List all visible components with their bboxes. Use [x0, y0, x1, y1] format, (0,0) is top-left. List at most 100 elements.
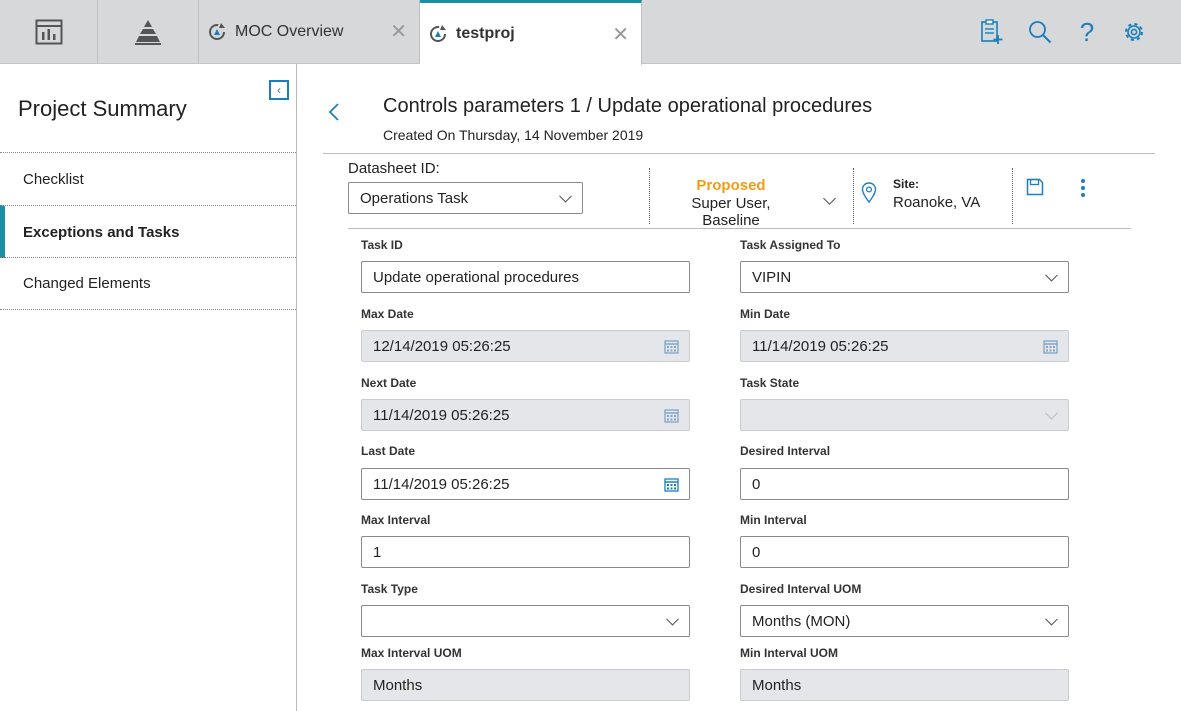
min-interval-uom-input[interactable]: Months: [740, 669, 1069, 701]
moc-refresh-icon: [428, 24, 448, 44]
calendar-icon[interactable]: [664, 477, 679, 492]
min-interval-input[interactable]: 0: [740, 536, 1069, 568]
top-bar: MOC Overview ✕ testproj ✕ ?: [0, 0, 1181, 65]
asset-hierarchy-nav-button[interactable]: [98, 0, 199, 63]
back-button[interactable]: [328, 98, 340, 129]
task-assigned-to-label: Task Assigned To: [740, 238, 841, 252]
task-assigned-to-value: VIPIN: [752, 268, 792, 286]
max-date-value: 12/14/2019 05:26:25: [373, 337, 511, 355]
calendar-icon[interactable]: [664, 408, 679, 423]
min-date-input[interactable]: 11/14/2019 05:26:25: [740, 330, 1069, 362]
moc-refresh-icon: [207, 22, 227, 42]
divider: [649, 168, 650, 224]
calendar-icon[interactable]: [664, 339, 679, 354]
desired-interval-uom-label: Desired Interval UOM: [740, 582, 862, 596]
tab-moc-overview[interactable]: MOC Overview ✕: [199, 0, 420, 64]
site-label: Site:: [893, 177, 920, 191]
max-date-label: Max Date: [361, 307, 414, 321]
divider: [348, 228, 1131, 229]
more-options-icon[interactable]: [1080, 178, 1086, 198]
sidebar: Project Summary ‹ Checklist Exceptions a…: [0, 64, 297, 711]
chevron-down-icon: [1045, 406, 1058, 420]
pyramid-icon: [135, 19, 161, 45]
next-date-input[interactable]: 11/14/2019 05:26:25: [361, 399, 690, 431]
max-date-input[interactable]: 12/14/2019 05:26:25: [361, 330, 690, 362]
task-id-input[interactable]: Update operational procedures: [361, 261, 690, 293]
max-interval-value: 1: [373, 543, 382, 561]
dashboard-icon: [35, 19, 62, 44]
max-interval-label: Max Interval: [361, 513, 431, 527]
state-indicator[interactable]: Proposed Super User, Baseline: [661, 177, 801, 229]
chevron-down-icon: [559, 189, 572, 203]
max-interval-uom-input[interactable]: Months: [361, 669, 690, 701]
task-id-label: Task ID: [361, 238, 403, 252]
sidebar-item-label: Exceptions and Tasks: [23, 223, 180, 241]
task-type-select[interactable]: [361, 605, 690, 637]
last-date-input[interactable]: 11/14/2019 05:26:25: [361, 468, 690, 500]
min-interval-uom-label: Min Interval UOM: [740, 646, 839, 660]
gear-icon: [1125, 23, 1143, 41]
tab-testproj[interactable]: testproj ✕: [420, 0, 642, 65]
sidebar-item-exceptions-and-tasks[interactable]: Exceptions and Tasks: [0, 205, 296, 258]
sidebar-item-changed-elements[interactable]: Changed Elements: [0, 257, 296, 310]
chevron-left-icon: ‹: [277, 83, 281, 97]
next-date-label: Next Date: [361, 376, 417, 390]
settings-button[interactable]: [1121, 18, 1147, 46]
task-assigned-to-select[interactable]: VIPIN: [740, 261, 1069, 293]
desired-interval-uom-value: Months (MON): [752, 612, 851, 630]
help-icon: ?: [1079, 16, 1095, 47]
sidebar-title: Project Summary: [18, 96, 187, 121]
desired-interval-uom-select[interactable]: Months (MON): [740, 605, 1069, 637]
collapse-sidebar-button[interactable]: ‹: [269, 80, 289, 100]
max-interval-uom-value: Months: [373, 676, 423, 694]
dashboard-nav-button[interactable]: [0, 0, 98, 63]
new-document-button[interactable]: [978, 18, 1004, 46]
state-chevron-down-icon[interactable]: [823, 192, 836, 205]
task-state-select[interactable]: [740, 399, 1069, 431]
main-content: Controls parameters 1 / Update operation…: [298, 64, 1181, 711]
tab-label: testproj: [456, 25, 515, 42]
max-interval-input[interactable]: 1: [361, 536, 690, 568]
divider: [853, 168, 854, 224]
divider: [1012, 168, 1013, 224]
min-interval-value: 0: [752, 543, 761, 561]
page-title: Controls parameters 1 / Update operation…: [383, 95, 873, 117]
help-button[interactable]: ?: [1074, 16, 1100, 47]
site-value: Roanoke, VA: [893, 194, 981, 211]
min-date-value: 11/14/2019 05:26:25: [752, 337, 889, 355]
sidebar-item-label: Checklist: [23, 170, 84, 188]
task-state-label: Task State: [740, 376, 800, 390]
chevron-left-icon: [328, 103, 339, 121]
chevron-down-icon: [1045, 612, 1058, 626]
chevron-down-icon: [1045, 268, 1058, 282]
page-subtitle: Created On Thursday, 14 November 2019: [383, 127, 644, 143]
max-interval-uom-label: Max Interval UOM: [361, 646, 462, 660]
tab-label: MOC Overview: [235, 23, 344, 40]
min-interval-label: Min Interval: [740, 513, 807, 527]
min-interval-uom-value: Months: [752, 676, 802, 694]
search-button[interactable]: [1027, 18, 1053, 46]
close-icon[interactable]: ✕: [390, 22, 407, 42]
datasheet-label: Datasheet ID:: [348, 160, 440, 177]
min-date-label: Min Date: [740, 307, 791, 321]
save-icon[interactable]: [1026, 178, 1044, 196]
next-date-value: 11/14/2019 05:26:25: [373, 406, 510, 424]
datasheet-select[interactable]: Operations Task: [348, 182, 583, 214]
datasheet-value: Operations Task: [360, 189, 469, 207]
sidebar-item-label: Changed Elements: [23, 275, 151, 292]
divider: [323, 153, 1155, 154]
search-icon: [1029, 21, 1052, 44]
close-icon[interactable]: ✕: [612, 25, 629, 45]
last-date-value: 11/14/2019 05:26:25: [373, 475, 510, 493]
desired-interval-input[interactable]: 0: [740, 468, 1069, 500]
state-user: Super User, Baseline: [691, 195, 771, 229]
location-pin-icon: [861, 182, 877, 204]
last-date-label: Last Date: [361, 444, 416, 458]
status-badge: Proposed: [696, 177, 766, 194]
task-type-label: Task Type: [361, 582, 418, 596]
sidebar-item-checklist[interactable]: Checklist: [0, 152, 296, 205]
desired-interval-value: 0: [752, 475, 761, 493]
chevron-down-icon: [666, 612, 679, 626]
desired-interval-label: Desired Interval: [740, 444, 831, 458]
calendar-icon[interactable]: [1043, 339, 1058, 354]
